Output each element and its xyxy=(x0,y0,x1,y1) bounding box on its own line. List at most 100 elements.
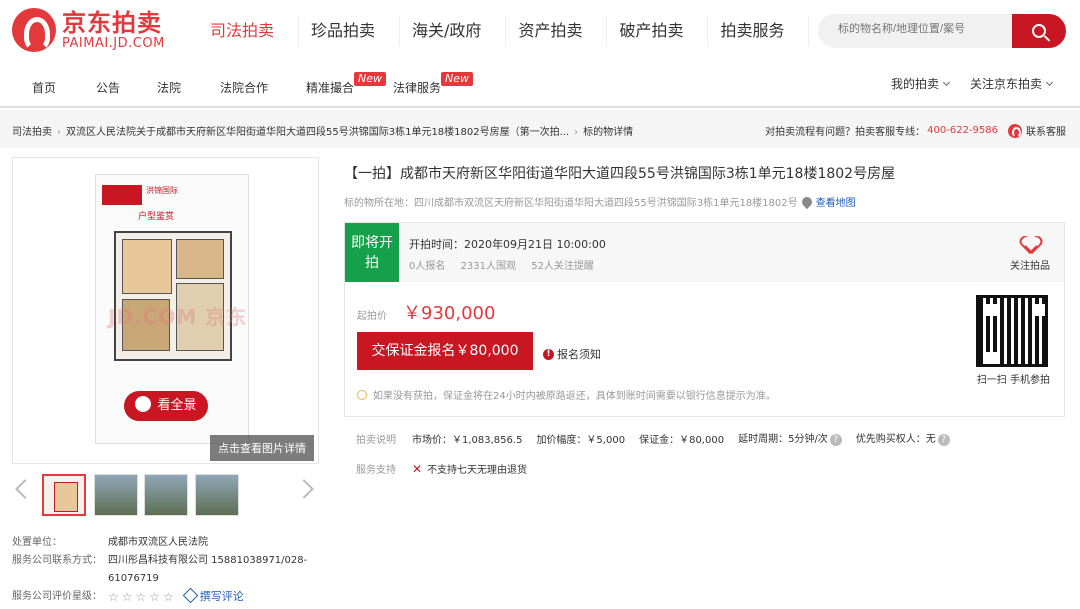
thumbnail-building-photo[interactable] xyxy=(94,474,138,516)
delay-period-text: 延时周期：5分钟/次 xyxy=(738,434,828,445)
floor-plan-image: 洪锦国际 户型鉴赏 JD.COM 京东 看全景 xyxy=(95,174,249,444)
view-map-link[interactable]: 查看地图 xyxy=(816,194,856,209)
subnav-home[interactable]: 首页 xyxy=(32,79,56,96)
chevron-down-icon xyxy=(942,78,951,87)
customer-service-icon xyxy=(1008,123,1022,138)
disposal-unit-row: 处置单位： 成都市双流区人民法院 xyxy=(12,534,308,552)
priority-buyer-text: 优先购买权人：无 xyxy=(855,434,936,445)
start-price: ￥930,000 xyxy=(403,303,496,324)
brand-name-cn: 京东拍卖 xyxy=(62,9,162,37)
search-button[interactable] xyxy=(1012,14,1066,48)
status-badge: 即将开拍 xyxy=(345,223,399,282)
bid-increment: 加价幅度：￥5,000 xyxy=(536,434,626,446)
photo-detail-button[interactable]: 点击查看图片详情 xyxy=(210,435,314,461)
my-auction-menu[interactable]: 我的拍卖 xyxy=(891,75,951,92)
new-badge: New xyxy=(354,72,386,86)
floor-plan-drawing xyxy=(114,231,232,361)
start-price-label: 起拍价 xyxy=(357,311,387,322)
thumbnail-strip xyxy=(12,470,319,520)
market-price: 市场价：￥1,083,856.5 xyxy=(412,434,523,446)
main-photo[interactable]: 洪锦国际 户型鉴赏 JD.COM 京东 看全景 点击查看图片详情 xyxy=(12,157,319,464)
service-label: 服务支持 xyxy=(356,465,396,476)
subnav-legal-service-label: 法律服务 xyxy=(393,81,442,95)
deposit-signup-button[interactable]: 交保证金报名￥80,000 xyxy=(357,332,533,370)
pencil-icon xyxy=(182,587,199,604)
priority-buyer: 优先购买权人：无? xyxy=(856,430,950,446)
lightbulb-icon xyxy=(357,389,367,400)
contact-service-link[interactable]: 联系客服 xyxy=(1026,123,1066,138)
help-line: 对拍卖流程有问题？拍卖客服专线： 400-622-9586 联系客服 xyxy=(765,123,1066,138)
disposal-unit-label: 处置单位： xyxy=(12,537,62,548)
subnav-court-cooperation[interactable]: 法院合作 xyxy=(220,79,268,96)
help-icon[interactable]: ? xyxy=(937,434,950,446)
chevron-left-icon[interactable] xyxy=(15,479,35,499)
chevron-down-icon xyxy=(1045,78,1054,87)
nav-asset-auction[interactable]: 资产拍卖 xyxy=(505,16,582,46)
breadcrumb-item[interactable]: 双流区人民法院关于成都市天府新区华阳街道华阳大道四段55号洪锦国际3栋1单元18… xyxy=(66,127,569,138)
write-review-link[interactable]: 撰写评论 xyxy=(182,587,244,606)
thumbnail-building-photo[interactable] xyxy=(195,474,239,516)
view-count: 2331人围观 xyxy=(460,261,517,272)
chevron-right-icon[interactable] xyxy=(294,479,314,499)
auction-rules: 拍卖说明 市场价：￥1,083,856.5 加价幅度：￥5,000 保证金：￥8… xyxy=(356,430,964,446)
deposit-amount: 保证金：￥80,000 xyxy=(639,434,725,446)
poster-brand-block xyxy=(102,185,142,205)
auction-panel: 即将开拍 开拍时间：2020年09月21日 10:00:00 0人报名 2331… xyxy=(344,222,1065,417)
thumbnail-building-photo[interactable] xyxy=(144,474,188,516)
nav-treasure-auction[interactable]: 珍品拍卖 xyxy=(298,16,375,46)
search-input[interactable] xyxy=(838,23,1008,35)
subnav-courts[interactable]: 法院 xyxy=(157,79,181,96)
signup-count: 0人报名 xyxy=(409,261,446,272)
hotline-number[interactable]: 400-622-9586 xyxy=(927,125,998,136)
brand-name-en: PAIMAI.JD.COM xyxy=(62,36,165,51)
nav-customs-government[interactable]: 海关/政府 xyxy=(399,16,481,46)
rating-label: 服务公司评价星级： xyxy=(12,591,102,602)
thumbnail-floor-plan[interactable] xyxy=(42,474,86,516)
auction-status-bar: 即将开拍 开拍时间：2020年09月21日 10:00:00 0人报名 2331… xyxy=(345,223,1064,282)
breadcrumb-item[interactable]: 司法拍卖 xyxy=(12,127,52,138)
nav-auction-service[interactable]: 拍卖服务 xyxy=(707,16,784,46)
breadcrumb: 司法拍卖 › 双流区人民法院关于成都市天府新区华阳街道华阳大道四段55号洪锦国际3栋… xyxy=(12,123,633,138)
tip-text: 如果没有获拍，保证金将在24小时内被原路返还，具体到账时间需要以银行信息提示为准… xyxy=(373,391,776,402)
new-badge: New xyxy=(441,72,473,86)
main-nav: 司法拍卖 珍品拍卖 海关/政府 资产拍卖 破产拍卖 拍卖服务 招标采购 xyxy=(198,16,910,46)
subnav-legal-service[interactable]: 法律服务 New xyxy=(393,72,473,96)
follow-jd-label: 关注京东拍卖 xyxy=(970,77,1043,91)
start-time: 开拍时间：2020年09月21日 10:00:00 xyxy=(409,238,606,251)
vr-view-button[interactable]: 看全景 xyxy=(124,391,208,421)
subnav-precise-matching-label: 精准撮合 xyxy=(306,81,355,95)
location-value: 四川成都市双流区天府新区华阳街道华阳大道四段55号洪锦国际3栋1单元18楼180… xyxy=(414,198,798,209)
follow-item-label: 关注拍品 xyxy=(1010,261,1050,272)
deposit-refund-tip: 如果没有获拍，保证金将在24小时内被原路返还，具体到账时间需要以银行信息提示为准… xyxy=(357,387,776,402)
search-icon xyxy=(1032,24,1046,38)
rules-label: 拍卖说明 xyxy=(356,434,396,446)
follow-item-button[interactable]: 关注拍品 xyxy=(1006,233,1054,272)
vr-icon xyxy=(135,396,152,412)
alert-icon: ! xyxy=(543,348,554,360)
follow-jd-menu[interactable]: 关注京东拍卖 xyxy=(970,75,1054,92)
auction-stats: 0人报名 2331人围观 52人关注提醒 xyxy=(409,257,606,272)
search-box xyxy=(818,14,1066,48)
sub-nav: 首页 公告 法院 法院合作 精准撮合 New 法律服务 New 我的拍卖 关注京… xyxy=(0,64,1080,108)
plan-room xyxy=(122,239,172,294)
plan-room xyxy=(176,239,224,279)
nav-bankruptcy-auction[interactable]: 破产拍卖 xyxy=(606,16,683,46)
help-text: 对拍卖流程有问题？拍卖客服专线： xyxy=(765,127,926,138)
item-location: 标的物所在地： 四川成都市双流区天府新区华阳街道华阳大道四段55号洪锦国际3栋1… xyxy=(344,194,856,209)
service-contact-value: 四川彤昌科技有限公司 15881038971/028-61076719 xyxy=(108,555,308,584)
subnav-precise-matching[interactable]: 精准撮合 New xyxy=(306,72,386,96)
rating-row: 服务公司评价星级： ☆☆☆☆☆ 撰写评论 xyxy=(12,587,308,606)
nav-judicial-auction[interactable]: 司法拍卖 xyxy=(198,16,274,46)
breadcrumb-bar: 司法拍卖 › 双流区人民法院关于成都市天府新区华阳街道华阳大道四段55号洪锦国际3栋… xyxy=(0,110,1080,148)
qr-label: 扫一扫 手机参拍 xyxy=(976,375,1050,386)
help-icon[interactable]: ? xyxy=(829,434,842,446)
brand-logo[interactable]: 京东拍卖 PAIMAI.JD.COM xyxy=(12,8,165,52)
signup-notice-link[interactable]: ! 报名须知 xyxy=(543,346,601,362)
subnav-announcements[interactable]: 公告 xyxy=(96,79,120,96)
watcher-count: 52人关注提醒 xyxy=(531,261,594,272)
service-support: 服务支持 ✕ 不支持七天无理由退货 xyxy=(356,461,527,477)
chevron-right-icon: › xyxy=(574,127,579,138)
qr-code-image xyxy=(976,295,1048,367)
vr-label: 看全景 xyxy=(157,398,197,413)
breadcrumb-item: 标的物详情 xyxy=(583,127,634,138)
